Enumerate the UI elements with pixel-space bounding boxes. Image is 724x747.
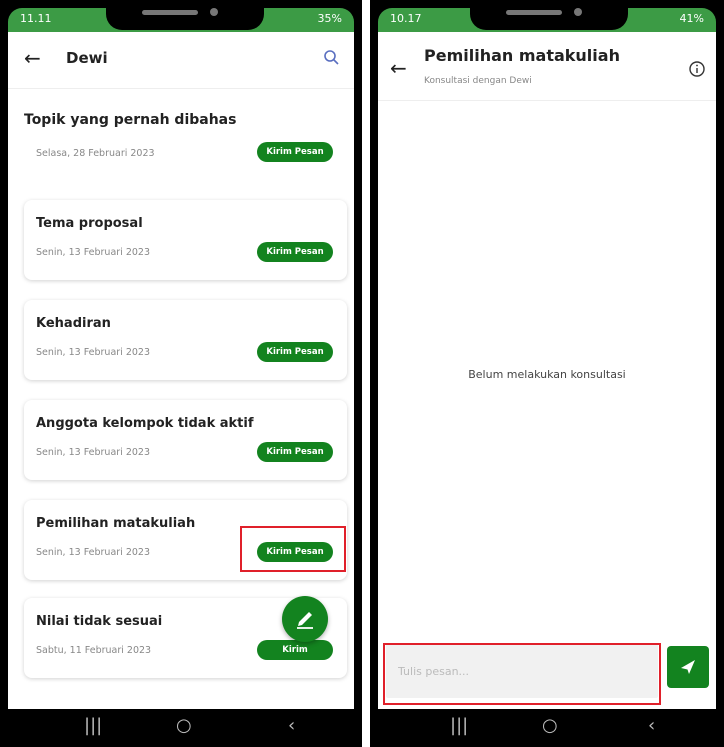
battery-level: 35% [317,12,342,25]
camera-notch [470,0,628,30]
send-message-button[interactable]: Kirim Pesan [257,242,333,262]
topic-card[interactable]: Kehadiran Senin, 13 Februari 2023 Kirim … [24,300,347,380]
send-message-button[interactable]: Kirim [257,640,333,660]
phone-left: 11.11 35% ← Dewi Topik yang pernah dibah… [0,0,362,747]
pencil-icon [297,612,313,629]
send-message-button[interactable]: Kirim Pesan [257,142,333,162]
status-time: 10.17 [390,12,422,25]
app-bar: ← Pemilihan matakuliah Konsultasi dengan… [378,32,716,101]
battery-level: 41% [679,12,704,25]
chat-screen: ← Pemilihan matakuliah Konsultasi dengan… [378,32,716,709]
topic-date: Selasa, 28 Februari 2023 [36,148,155,159]
system-nav-bar: ||| ○ ‹ [378,709,716,747]
topic-title: Kehadiran [36,316,111,331]
send-button[interactable] [667,646,709,688]
recent-apps-button[interactable]: ||| [450,715,468,736]
highlight-box [240,526,346,572]
topic-title: Nilai tidak sesuai [36,614,163,629]
send-message-button[interactable]: Kirim Pesan [257,342,333,362]
topic-date: Senin, 13 Februari 2023 [36,347,151,358]
empty-state-message: Belum melakukan konsultasi [468,368,626,381]
send-message-button[interactable]: Kirim Pesan [257,442,333,462]
status-time: 11.11 [20,12,52,25]
nav-back-button[interactable]: ‹ [288,715,295,736]
info-icon[interactable] [688,60,706,78]
camera-notch [106,0,264,30]
home-button[interactable]: ○ [176,715,192,736]
topic-title: Pemilihan matakuliah [36,516,196,531]
topic-date: Senin, 13 Februari 2023 [36,547,151,558]
topic-date: Senin, 13 Februari 2023 [36,247,151,258]
back-arrow-icon[interactable]: ← [24,46,41,70]
highlight-box [383,643,661,705]
topic-card[interactable]: Topik yang pernah dibahas Selasa, 28 Feb… [24,102,347,182]
topic-title: Topik yang pernah dibahas [24,112,237,128]
back-arrow-icon[interactable]: ← [390,56,407,80]
topic-date: Sabtu, 11 Februari 2023 [36,645,152,656]
system-nav-bar: ||| ○ ‹ [8,709,354,747]
nav-back-button[interactable]: ‹ [648,715,655,736]
topic-title: Tema proposal [36,216,143,231]
app-bar: ← Dewi [8,32,354,89]
page-subtitle: Konsultasi dengan Dewi [424,76,532,86]
phone-right: 10.17 41% ← Pemilihan matakuliah Konsult… [370,0,724,747]
topic-card[interactable]: Anggota kelompok tidak aktif Senin, 13 F… [24,400,347,480]
page-title: Pemilihan matakuliah [424,46,620,65]
send-icon [681,660,695,674]
topic-card[interactable]: Tema proposal Senin, 13 Februari 2023 Ki… [24,200,347,280]
search-icon[interactable] [322,48,342,68]
home-button[interactable]: ○ [542,715,558,736]
recent-apps-button[interactable]: ||| [84,715,102,736]
topic-date: Senin, 13 Februari 2023 [36,447,151,458]
topic-title: Anggota kelompok tidak aktif [36,416,254,431]
compose-fab[interactable] [282,596,328,642]
page-title: Dewi [66,49,108,67]
